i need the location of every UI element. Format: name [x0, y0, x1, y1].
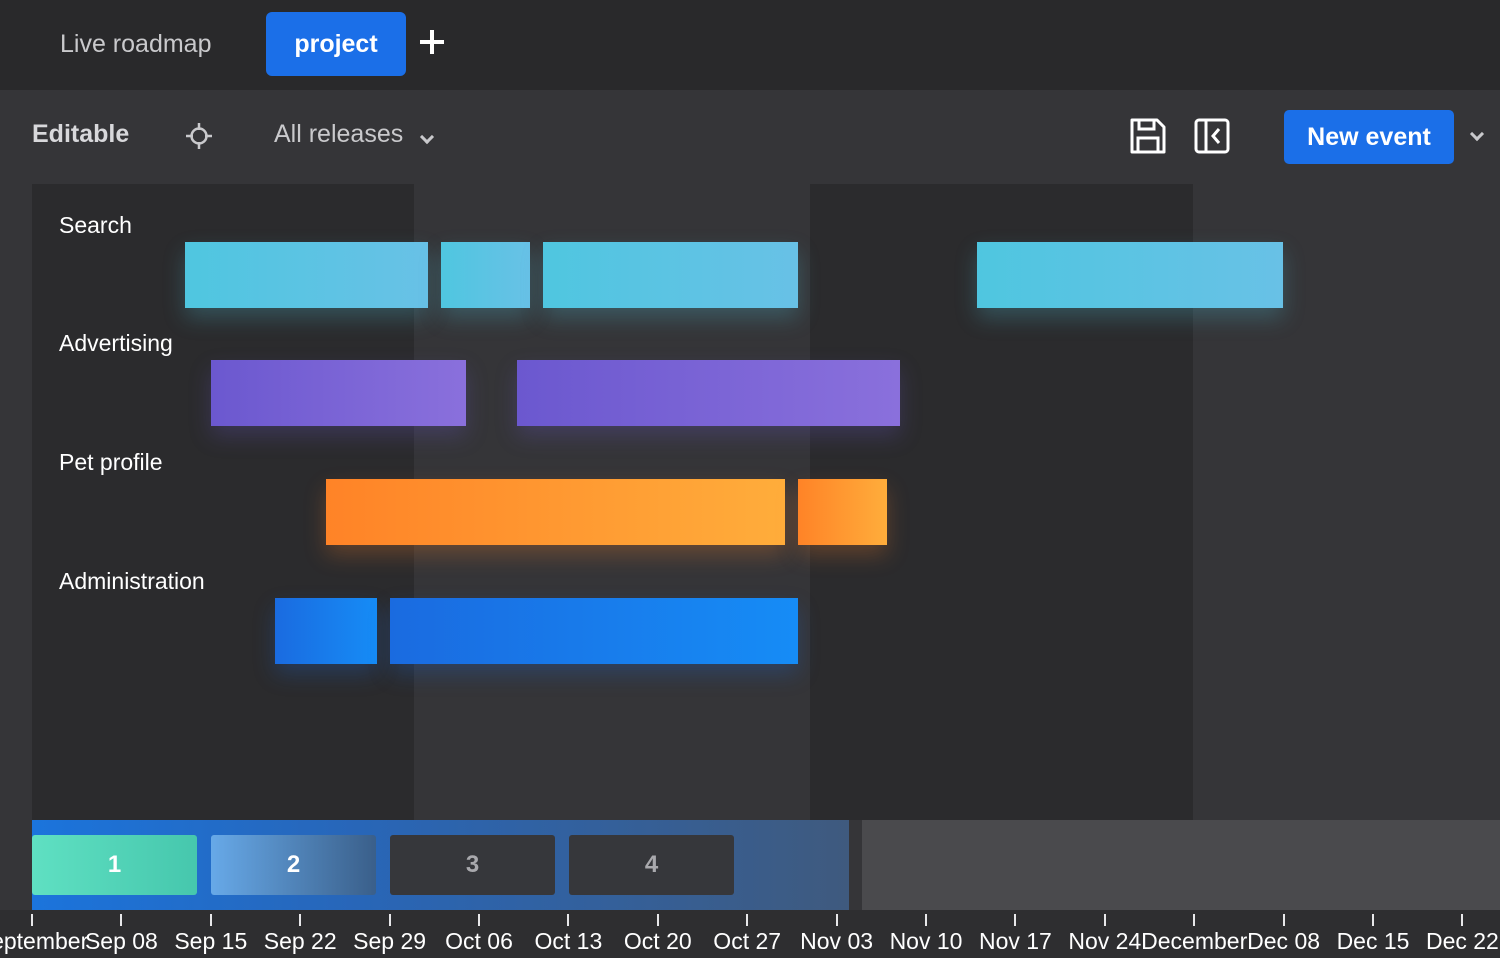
collapse-panel-icon[interactable]	[1193, 117, 1231, 155]
sprint-strip-empty	[862, 820, 1500, 910]
releases-dropdown[interactable]: All releases	[274, 120, 403, 149]
sprint-4[interactable]: 4	[569, 835, 734, 895]
chevron-down-icon[interactable]	[419, 129, 435, 145]
plus-icon[interactable]	[416, 26, 448, 58]
axis-tick	[1372, 914, 1374, 926]
axis-label: Dec 15	[1336, 928, 1410, 954]
axis-tick	[388, 914, 391, 926]
axis-tick	[299, 914, 302, 926]
row-label-search: Search	[59, 212, 132, 238]
date-axis: SeptemberSep 08 Sep 15 Sep 22 Sep 29 Oct 06 O…	[0, 910, 1500, 958]
axis-tick	[120, 914, 123, 926]
save-icon[interactable]	[1128, 116, 1168, 156]
axis-tick	[1282, 914, 1285, 926]
crosshair-icon[interactable]	[186, 123, 212, 149]
event-bar[interactable]	[185, 242, 428, 308]
axis-label: Oct 06	[445, 928, 513, 954]
new-event-button[interactable]: New event	[1284, 110, 1454, 164]
axis-label: Nov 24	[1068, 928, 1142, 954]
axis-label: Sep 08	[84, 928, 158, 954]
editable-toggle[interactable]: Editable	[32, 120, 129, 149]
event-bar[interactable]	[517, 360, 900, 426]
event-bar[interactable]	[326, 479, 785, 545]
toolbar: Editable All releases New event	[0, 90, 1500, 184]
axis-label: Oct 20	[623, 928, 692, 954]
event-bar[interactable]	[977, 242, 1283, 308]
axis-label: Nov 10	[889, 928, 963, 954]
tab-bar: Live roadmap project	[0, 0, 1500, 90]
axis-label: Nov 17	[978, 928, 1052, 954]
tab-project[interactable]: project	[266, 12, 406, 76]
roadmap-timeline: Search Advertising Pet profile Administr…	[0, 184, 1500, 820]
axis-label: Dec 08	[1247, 928, 1321, 954]
axis-label: December	[1141, 928, 1248, 954]
row-label-pet-profile: Pet profile	[59, 449, 163, 475]
sprint-2[interactable]: 2	[211, 835, 376, 895]
event-bar[interactable]	[543, 242, 798, 308]
axis-label: Sep 15	[174, 928, 248, 954]
axis-tick	[746, 914, 749, 926]
tab-live-roadmap[interactable]: Live roadmap	[60, 12, 211, 76]
axis-label: Sep 22	[263, 928, 337, 954]
axis-tick	[1103, 914, 1106, 926]
event-bar[interactable]	[390, 598, 798, 664]
sprint-3[interactable]: 3	[390, 835, 555, 895]
axis-tick	[835, 914, 838, 926]
axis-tick	[478, 914, 480, 926]
event-bar[interactable]	[211, 360, 466, 426]
axis-tick	[567, 914, 570, 926]
axis-tick	[209, 914, 212, 926]
axis-tick	[1193, 914, 1196, 926]
axis-tick	[925, 914, 927, 926]
axis-label: September	[0, 928, 89, 954]
axis-label: Dec 22	[1425, 928, 1499, 954]
sprint-strip: 1 2 3 4	[32, 820, 849, 910]
axis-label: Sep 29	[353, 928, 427, 954]
axis-tick	[656, 914, 659, 926]
row-label-advertising: Advertising	[59, 330, 173, 356]
axis-label: Oct 13	[534, 928, 603, 954]
axis-tick	[1461, 914, 1464, 926]
sprint-1[interactable]: 1	[32, 835, 197, 895]
axis-tick	[1014, 914, 1017, 926]
axis-label: Oct 27	[713, 928, 782, 954]
event-bar[interactable]	[441, 242, 530, 308]
axis-label: Nov 03	[800, 928, 874, 954]
chevron-down-icon[interactable]	[1469, 126, 1485, 142]
event-bar[interactable]	[275, 598, 377, 664]
axis-tick	[31, 914, 33, 926]
event-bar[interactable]	[798, 479, 887, 545]
row-label-administration: Administration	[59, 568, 205, 594]
